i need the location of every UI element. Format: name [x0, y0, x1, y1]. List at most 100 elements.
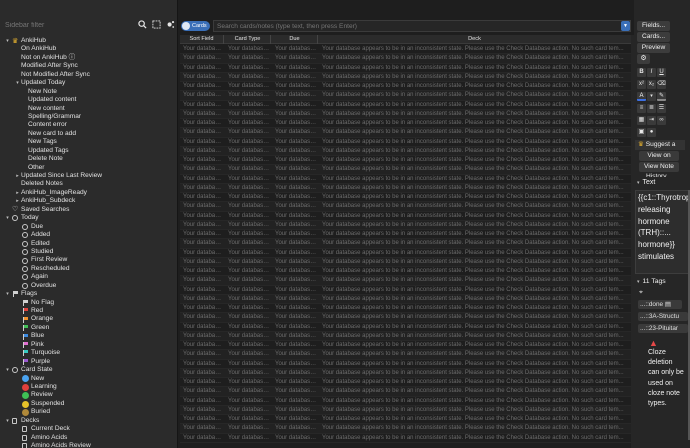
sidebar-item[interactable]: Not on AnkiHub ⓘ — [0, 54, 177, 62]
align-icon[interactable]: ☰ — [657, 104, 666, 113]
text-field-editor[interactable]: {{c1::Thyrotropin-releasing hormone (TRH… — [635, 190, 689, 274]
table-row[interactable]: Your database... Your database... Your dat… — [180, 109, 631, 119]
indent-icon[interactable]: ⇥ — [647, 116, 656, 125]
table-icon[interactable]: ▦ — [637, 116, 646, 125]
text-color-icon[interactable]: A — [637, 92, 646, 101]
sidebar-item[interactable]: Green — [0, 324, 177, 332]
sidebar-item[interactable]: Studied — [0, 248, 177, 256]
sidebar-item[interactable]: Pink — [0, 341, 177, 349]
select-mode-icon[interactable] — [151, 20, 161, 30]
table-row[interactable]: Your database... Your database... Your dat… — [180, 146, 631, 156]
view-on-ankihub-button[interactable]: View on — [639, 151, 679, 161]
table-row[interactable]: Your database... Your database... Your dat… — [180, 183, 631, 193]
tag-chip[interactable]: ...::done ▤ — [638, 300, 682, 309]
sidebar-item[interactable]: Review — [0, 391, 177, 400]
cards-button[interactable]: Cards... — [637, 32, 670, 42]
sidebar-item[interactable]: Red — [0, 307, 177, 315]
table-row[interactable]: Your database... Your database... Your dat… — [180, 434, 631, 443]
table-row[interactable]: Your database... Your database... Your dat… — [180, 119, 631, 129]
table-row[interactable]: Your database... Your database... Your dat… — [180, 378, 631, 388]
table-row[interactable]: Your database... Your database... Your dat… — [180, 249, 631, 258]
sidebar-item[interactable]: ▾ Flags — [0, 290, 177, 298]
sparkle-icon[interactable] — [165, 20, 175, 30]
table-row[interactable]: Your database... Your database... Your dat… — [180, 331, 631, 341]
table-row[interactable]: Your database... Your database... Your dat… — [180, 304, 631, 314]
mic-icon[interactable]: ● — [647, 128, 656, 137]
view-note-history-button[interactable]: View Note — [639, 162, 679, 172]
table-row[interactable]: Your database... Your database... Your dat… — [180, 387, 631, 397]
sidebar-item[interactable]: Again — [0, 273, 177, 281]
sidebar-item[interactable]: Updated Tags — [0, 147, 177, 155]
sidebar-item[interactable]: Rescheduled — [0, 265, 177, 273]
table-row[interactable]: Your database... Your database... Your dat… — [180, 276, 631, 286]
sidebar-item[interactable]: ▸ Updated Since Last Review — [0, 172, 177, 180]
sidebar-item[interactable]: Due — [0, 223, 177, 231]
sidebar-item[interactable]: Amino Acids — [0, 434, 177, 442]
table-row[interactable]: Your database... Your database... Your dat… — [180, 138, 631, 147]
column-header-due[interactable]: Due — [272, 35, 318, 44]
sidebar-item[interactable]: Buried — [0, 408, 177, 416]
sidebar-item[interactable]: Delete Note — [0, 155, 177, 163]
sidebar-item[interactable]: On AnkiHub — [0, 45, 177, 53]
chevron-down-icon[interactable]: ▾ — [14, 79, 21, 87]
fields-button[interactable]: Fields... — [637, 21, 670, 31]
cards-notes-toggle[interactable]: Cards — [181, 21, 210, 31]
italic-icon[interactable]: I — [647, 68, 656, 77]
sidebar-item[interactable]: Spelling/Grammar — [0, 113, 177, 121]
bullet-list-icon[interactable]: ≡ — [637, 104, 646, 113]
table-row[interactable]: Your database... Your database... Your dat… — [180, 156, 631, 166]
sidebar-item[interactable]: No Flag — [0, 299, 177, 307]
sidebar-item[interactable]: Orange — [0, 315, 177, 323]
sidebar-item[interactable]: Updated content — [0, 96, 177, 104]
eraser-icon[interactable]: ⌫ — [657, 80, 666, 89]
sidebar-item[interactable]: Blue — [0, 332, 177, 340]
table-row[interactable]: Your database... Your database... Your dat… — [180, 257, 631, 267]
superscript-icon[interactable]: x² — [637, 80, 646, 89]
suggest-a-change-button[interactable]: ♛ Suggest a — [635, 140, 685, 150]
column-header-sort-field[interactable]: Sort Field — [180, 35, 224, 44]
table-row[interactable]: Your database... Your database... Your dat… — [180, 415, 631, 425]
table-row[interactable]: Your database... Your database... Your dat… — [180, 165, 631, 175]
chevron-down-icon[interactable]: ▾ — [4, 37, 11, 45]
underline-icon[interactable]: U — [657, 68, 666, 77]
table-row[interactable]: Your database... Your database... Your dat… — [180, 193, 631, 203]
chevron-down-icon[interactable]: ▾ — [647, 92, 656, 101]
numbered-list-icon[interactable]: ≣ — [647, 104, 656, 113]
sidebar-item[interactable]: Deleted Notes — [0, 180, 177, 188]
tag-chip[interactable]: ...::3A-Structu — [638, 312, 688, 321]
table-row[interactable]: Your database... Your database... Your dat… — [180, 405, 631, 415]
sidebar-item[interactable]: Amino Acids Review — [0, 442, 177, 448]
table-row[interactable]: Your database... Your database... Your dat… — [180, 212, 631, 221]
sidebar-item[interactable]: ▸ AnkiHub_ImageReady — [0, 189, 177, 197]
sidebar-item[interactable]: Learning — [0, 383, 177, 391]
sidebar-item[interactable]: First Review — [0, 256, 177, 264]
sidebar-item[interactable]: Edited — [0, 240, 177, 248]
chevron-down-icon[interactable]: ▾ — [4, 417, 11, 425]
table-row[interactable]: Your database... Your database... Your dat… — [180, 202, 631, 212]
sidebar-item[interactable]: New content — [0, 105, 177, 113]
table-row[interactable]: Your database... Your database... Your dat… — [180, 54, 631, 64]
column-header-deck[interactable]: Deck — [319, 35, 630, 44]
sidebar-item[interactable]: ▾ Decks — [0, 417, 177, 425]
chevron-down-icon[interactable]: ▾ — [4, 290, 11, 298]
sidebar-item[interactable]: New card to add — [0, 130, 177, 138]
table-row[interactable]: Your database... Your database... Your dat… — [180, 267, 631, 277]
sidebar-item[interactable]: ▾ ♛ AnkiHub — [0, 37, 177, 45]
sidebar-item[interactable]: Suspended — [0, 400, 177, 408]
subscript-icon[interactable]: x₂ — [647, 80, 656, 89]
sidebar-item[interactable]: Added — [0, 231, 177, 239]
sidebar-item[interactable]: ▸ AnkiHub_Subdeck — [0, 197, 177, 205]
sidebar-item[interactable]: Purple — [0, 358, 177, 366]
sidebar-item[interactable]: New Note — [0, 88, 177, 96]
chevron-right-icon[interactable]: ▸ — [14, 197, 21, 205]
chevron-right-icon[interactable]: ▸ — [14, 172, 21, 180]
table-row[interactable]: Your database... Your database... Your dat… — [180, 424, 631, 434]
preview-button[interactable]: Preview — [637, 43, 670, 53]
sidebar-item[interactable]: ♡ Saved Searches — [0, 206, 177, 214]
chevron-down-icon[interactable]: ▾ — [4, 366, 11, 374]
chevron-down-icon[interactable]: ▾ — [4, 214, 11, 222]
sidebar-item[interactable]: Not Modified After Sync — [0, 71, 177, 79]
link-icon[interactable]: ∞ — [657, 116, 666, 125]
tags-header[interactable]: ▾ 11 Tags — [637, 277, 689, 287]
table-row[interactable]: Your database... Your database... Your dat… — [180, 294, 631, 304]
